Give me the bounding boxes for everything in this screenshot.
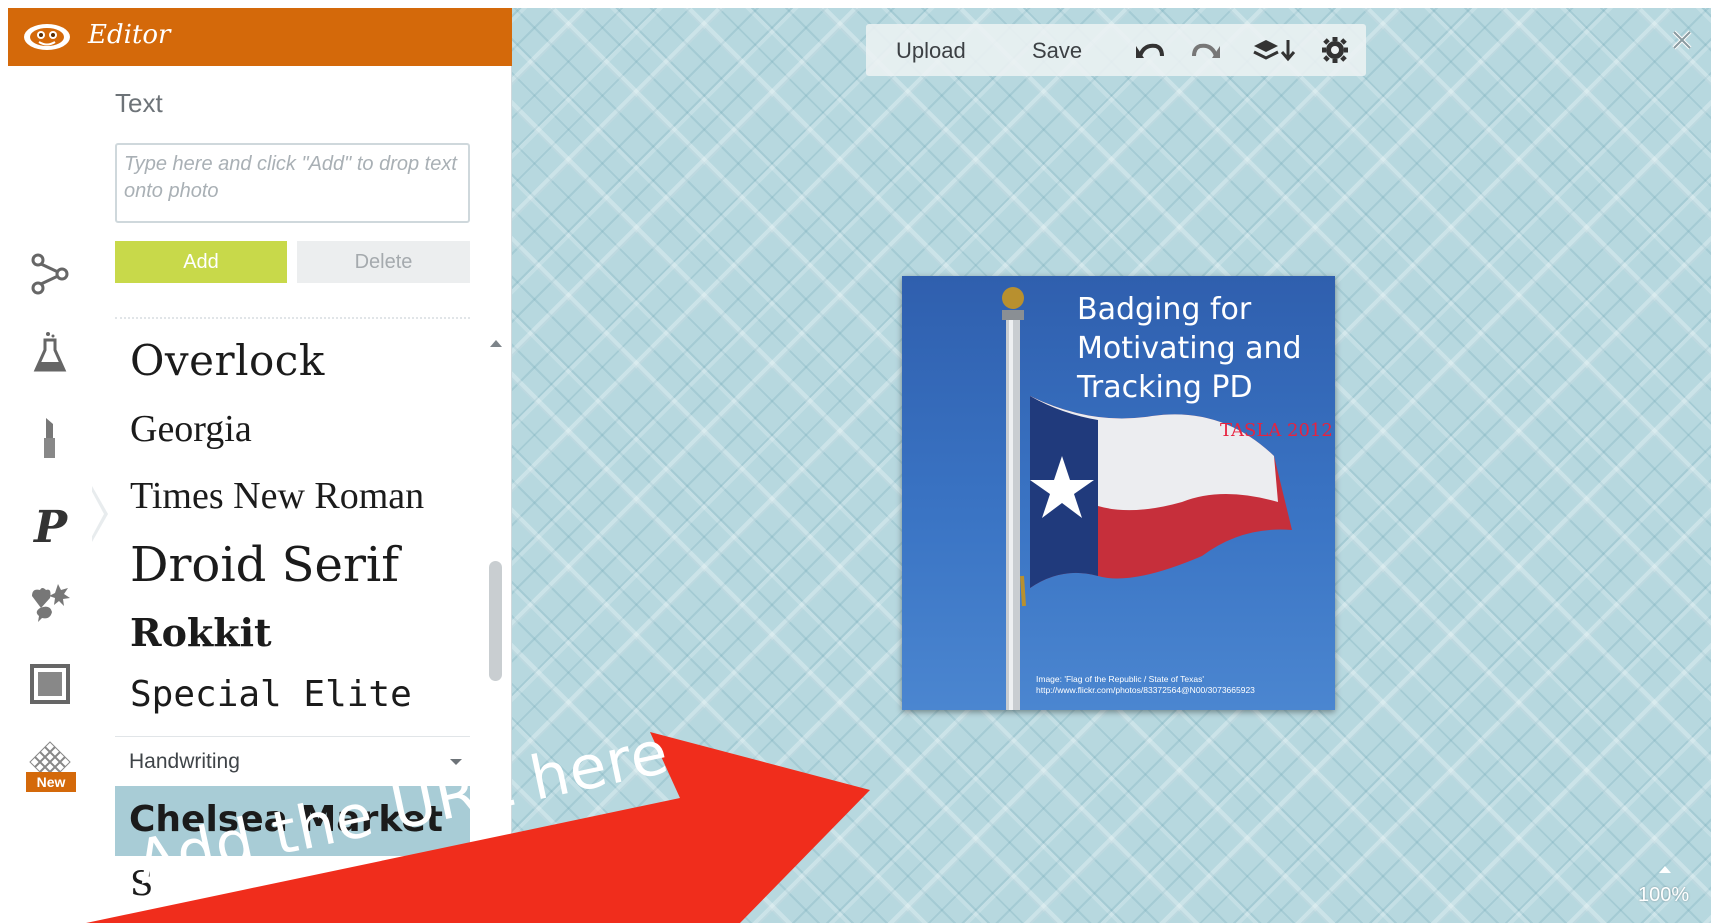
share-icon[interactable] <box>26 250 74 298</box>
new-badge: New <box>26 772 76 792</box>
photo-subtitle: TASLA 2012 <box>1220 420 1333 441</box>
photo-title: Badging for Motivating and Tracking PD <box>1077 292 1302 405</box>
editor-title: Editor <box>88 20 171 50</box>
delete-button[interactable]: Delete <box>297 241 470 283</box>
redo-icon[interactable] <box>1192 36 1222 64</box>
effects-flask-icon[interactable] <box>26 330 74 378</box>
text-input[interactable] <box>115 143 470 223</box>
font-item-rokkit[interactable]: Rokkit <box>130 610 272 655</box>
font-item-overlock[interactable]: Overlock <box>130 336 325 385</box>
close-icon[interactable] <box>1668 26 1696 54</box>
layers-icon[interactable] <box>1252 36 1296 64</box>
gear-icon[interactable] <box>1320 36 1350 64</box>
top-toolbar: Upload Save <box>866 24 1366 76</box>
undo-icon[interactable] <box>1134 36 1164 64</box>
save-button[interactable]: Save <box>1032 38 1082 64</box>
section-label-text: Text <box>115 88 163 118</box>
touch-up-lipstick-icon[interactable] <box>26 414 74 462</box>
frames-icon[interactable] <box>26 660 74 708</box>
photo-image[interactable]: Badging for Motivating and Tracking PD T… <box>902 276 1335 710</box>
svg-text:P: P <box>32 502 69 548</box>
font-item-droid-serif[interactable]: Droid Serif <box>130 537 399 593</box>
monkey-logo-icon <box>24 24 70 50</box>
editor-header: Editor <box>8 8 512 66</box>
zoom-level[interactable]: 100% <box>1638 884 1689 907</box>
upload-button[interactable]: Upload <box>896 38 966 64</box>
font-item-times-new-roman[interactable]: Times New Roman <box>130 474 424 518</box>
rail-pointer-inner <box>90 488 104 540</box>
zoom-up-icon[interactable] <box>1659 866 1671 873</box>
add-button[interactable]: Add <box>115 241 287 283</box>
font-item-georgia[interactable]: Georgia <box>130 407 252 451</box>
scroll-up-icon[interactable] <box>490 340 502 347</box>
photo-credit-line1: Image: 'Flag of the Republic / State of … <box>1036 674 1204 684</box>
photo-credit-line2: http://www.flickr.com/photos/83372564@N0… <box>1036 685 1255 695</box>
overlays-icon[interactable] <box>26 578 74 626</box>
photo-credit: Image: 'Flag of the Republic / State of … <box>1036 674 1255 696</box>
divider <box>115 317 470 319</box>
text-p-icon[interactable]: P <box>26 500 74 553</box>
